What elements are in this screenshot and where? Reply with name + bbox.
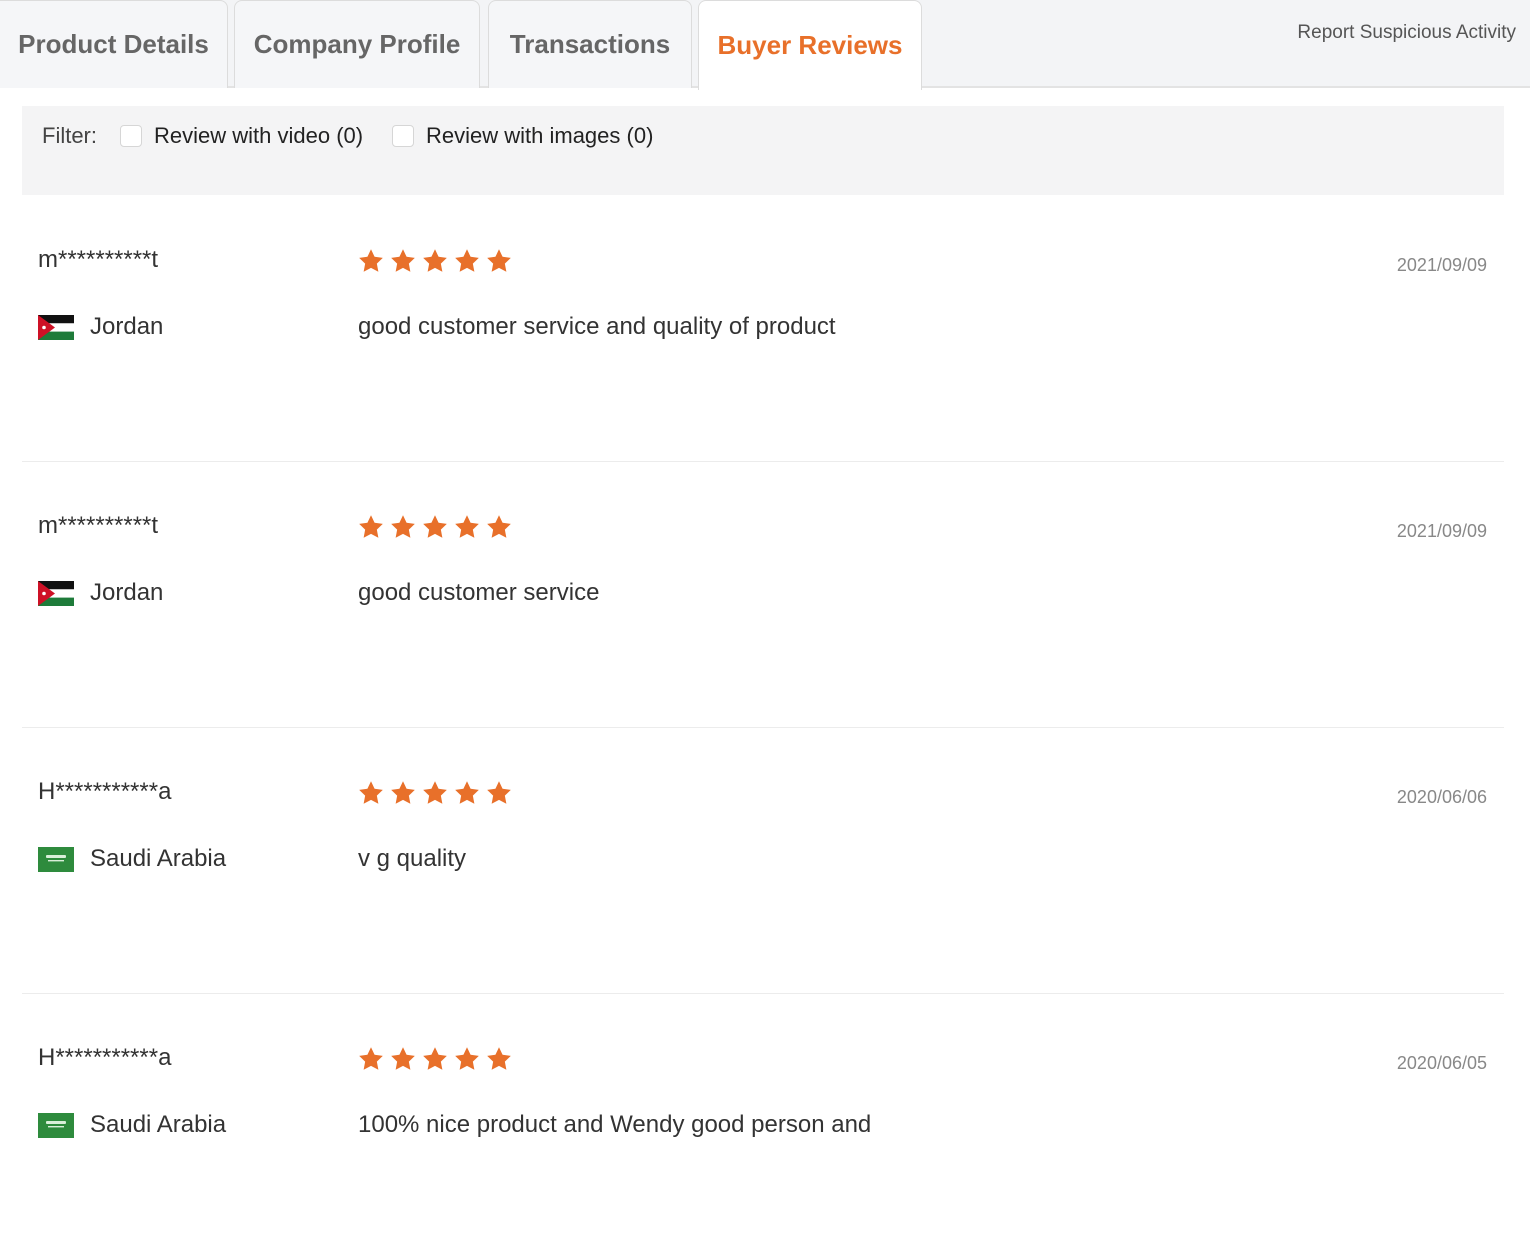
reviewer-name: m**********t <box>38 246 159 273</box>
review-date: 2020/06/05 <box>1396 1053 1487 1073</box>
star-icon <box>358 514 384 540</box>
filter-bar: Filter: Review with video (0) Review wit… <box>22 106 1504 195</box>
filter-images-label: Review with images (0) <box>426 123 654 148</box>
video-checkbox[interactable] <box>120 125 142 147</box>
reviewer-country: Jordan <box>38 313 163 341</box>
star-icon <box>358 1046 384 1072</box>
filter-video-label: Review with video (0) <box>154 123 364 148</box>
reviewer-name: H***********a <box>38 1044 172 1071</box>
tab-buyer-reviews[interactable]: Buyer Reviews <box>698 0 922 90</box>
images-checkbox[interactable] <box>392 125 414 147</box>
star-icon <box>486 780 512 806</box>
review-item: m**********t Jordan good customer servic… <box>22 462 1504 728</box>
star-icon <box>390 780 416 806</box>
star-icon <box>486 514 512 540</box>
star-icon <box>422 514 448 540</box>
star-icon <box>358 780 384 806</box>
star-icon <box>454 514 480 540</box>
review-item: H***********a Saudi Arabia 100% nice pro… <box>22 994 1504 1260</box>
star-icon <box>390 1046 416 1072</box>
tab-label: Product Details <box>18 29 209 59</box>
review-item: m**********t Jordan good customer servic… <box>22 196 1504 462</box>
star-icon <box>454 248 480 274</box>
tab-transactions[interactable]: Transactions <box>488 0 692 88</box>
reviewer-country: Jordan <box>38 579 163 607</box>
report-suspicious-activity-link[interactable]: Report Suspicious Activity <box>1297 22 1516 44</box>
review-text: v g quality <box>358 845 467 872</box>
star-icon <box>454 1046 480 1072</box>
star-rating <box>358 1046 518 1072</box>
review-item: H***********a Saudi Arabia v g quality 2… <box>22 728 1504 994</box>
tab-product-details[interactable]: Product Details <box>0 0 228 88</box>
review-date: 2021/09/09 <box>1396 255 1487 275</box>
filter-video-option[interactable]: Review with video (0) <box>120 123 363 149</box>
filter-label: Filter: <box>42 123 97 148</box>
jordan-flag-icon <box>38 581 74 606</box>
star-icon <box>422 248 448 274</box>
review-text: good customer service <box>358 579 600 606</box>
tab-label: Company Profile <box>253 29 461 59</box>
review-date: 2020/06/06 <box>1396 787 1487 807</box>
star-icon <box>486 1046 512 1072</box>
saudi-arabia-flag-icon <box>38 847 74 872</box>
reviewer-country: Saudi Arabia <box>38 1111 226 1139</box>
tab-bar: Product Details Company Profile Transact… <box>0 0 1530 90</box>
star-rating <box>358 780 518 806</box>
filter-images-option[interactable]: Review with images (0) <box>392 123 653 149</box>
star-icon <box>390 514 416 540</box>
star-rating <box>358 514 518 540</box>
review-text: good customer service and quality of pro… <box>358 313 836 340</box>
reviewer-country: Saudi Arabia <box>38 845 226 873</box>
country-name: Jordan <box>90 313 164 340</box>
reviewer-name: m**********t <box>38 512 159 539</box>
star-icon <box>422 780 448 806</box>
review-date: 2021/09/09 <box>1396 521 1487 541</box>
tab-label: Buyer Reviews <box>717 30 903 60</box>
tab-label: Transactions <box>509 29 671 59</box>
star-icon <box>486 248 512 274</box>
jordan-flag-icon <box>38 315 74 340</box>
star-icon <box>358 248 384 274</box>
star-icon <box>454 780 480 806</box>
country-name: Saudi Arabia <box>90 845 227 872</box>
country-name: Saudi Arabia <box>90 1111 227 1138</box>
review-text: 100% nice product and Wendy good person … <box>358 1111 872 1138</box>
star-icon <box>422 1046 448 1072</box>
tab-company-profile[interactable]: Company Profile <box>234 0 480 88</box>
saudi-arabia-flag-icon <box>38 1113 74 1138</box>
reviewer-name: H***********a <box>38 778 172 805</box>
star-rating <box>358 248 518 274</box>
star-icon <box>390 248 416 274</box>
country-name: Jordan <box>90 579 164 606</box>
